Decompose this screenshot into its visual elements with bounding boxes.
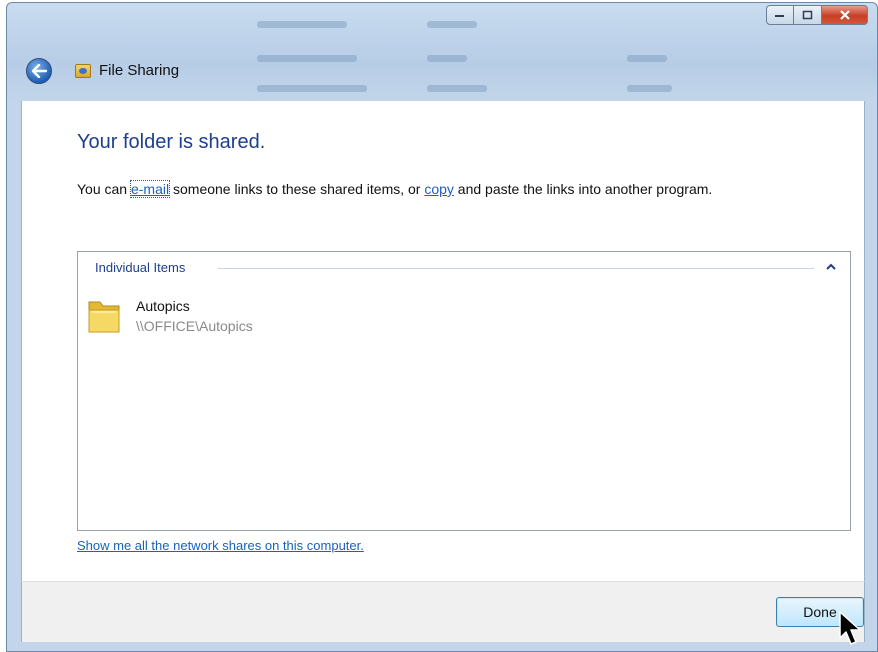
description-text: You can e-mail someone links to these sh… xyxy=(77,180,713,198)
background-blur xyxy=(627,55,667,62)
network-shares-link[interactable]: Show me all the network shares on this c… xyxy=(77,538,364,553)
background-blur xyxy=(257,21,347,28)
background-blur xyxy=(427,85,487,92)
minimize-icon xyxy=(775,15,784,17)
back-arrow-icon xyxy=(31,64,47,78)
close-icon xyxy=(839,10,850,20)
title-bar[interactable]: File Sharing xyxy=(7,3,877,101)
mouse-cursor-icon xyxy=(839,611,861,645)
chevron-up-icon xyxy=(826,263,836,270)
background-blur xyxy=(627,85,672,92)
background-blur xyxy=(427,21,477,28)
background-blur xyxy=(427,55,467,62)
background-blur xyxy=(257,55,357,62)
background-blur xyxy=(257,85,367,92)
copy-link[interactable]: copy xyxy=(424,181,454,197)
item-name: Autopics xyxy=(136,298,190,314)
content-area: Your folder is shared. You can e-mail so… xyxy=(21,101,865,581)
email-link[interactable]: e-mail xyxy=(129,180,171,198)
maximize-icon xyxy=(802,10,812,20)
window-controls xyxy=(766,5,868,25)
maximize-button[interactable] xyxy=(794,5,822,25)
file-sharing-window: File Sharing Your folder is shared. You … xyxy=(6,2,878,652)
folder-icon xyxy=(88,301,120,333)
page-heading: Your folder is shared. xyxy=(77,131,266,153)
back-button[interactable] xyxy=(26,58,52,84)
group-header[interactable]: Individual Items xyxy=(95,260,192,275)
group-divider xyxy=(218,268,814,269)
shared-items-list[interactable]: Individual Items Autopics \\OFFICE\Autop… xyxy=(77,251,851,531)
collapse-group-button[interactable] xyxy=(826,261,836,274)
window-title: File Sharing xyxy=(99,62,180,79)
minimize-button[interactable] xyxy=(766,5,794,25)
description-middle: someone links to these shared items, or xyxy=(169,181,425,197)
file-sharing-icon xyxy=(75,64,91,78)
footer-bar: Done xyxy=(21,581,865,642)
description-prefix: You can xyxy=(77,181,131,197)
description-suffix: and paste the links into another program… xyxy=(453,181,713,197)
close-button[interactable] xyxy=(822,5,868,25)
item-path: \\OFFICE\Autopics xyxy=(136,318,253,334)
